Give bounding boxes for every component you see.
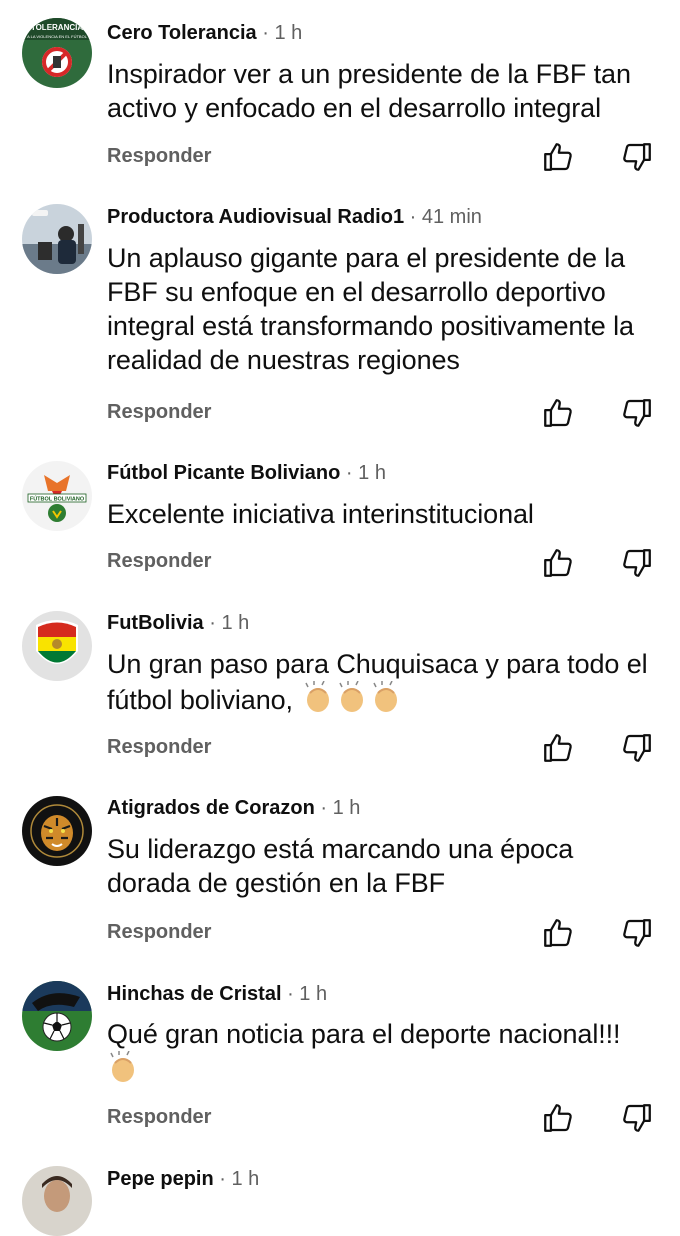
comment-meta: Cero Tolerancia · 1 h xyxy=(107,19,302,47)
thumbs-down-icon xyxy=(623,734,651,762)
dislike-button[interactable] xyxy=(620,546,654,580)
thumbs-up-icon xyxy=(544,1104,572,1132)
timestamp: · 41 min xyxy=(409,206,482,228)
author-name[interactable]: Cero Tolerancia xyxy=(107,22,257,44)
like-button[interactable] xyxy=(541,731,575,765)
avatar[interactable] xyxy=(22,611,92,681)
studio-photo-icon xyxy=(22,204,92,274)
reply-button[interactable]: Responder xyxy=(107,736,211,759)
comment-meta: FutBolivia · 1 h xyxy=(107,609,249,637)
comment-meta: Productora Audiovisual Radio1 · 41 min xyxy=(107,203,482,231)
reply-button[interactable]: Responder xyxy=(107,401,211,424)
chili-logo-icon: FÚTBOL BOLIVIANO xyxy=(22,461,92,531)
comment-text: Qué gran noticia para el deporte naciona… xyxy=(107,1017,655,1093)
thumbs-up-icon xyxy=(544,549,572,577)
reply-button[interactable]: Responder xyxy=(107,1106,211,1129)
dislike-button[interactable] xyxy=(620,396,654,430)
avatar[interactable] xyxy=(22,204,92,274)
timestamp: · 1 h xyxy=(320,797,361,819)
clapping-hands-icon xyxy=(302,680,404,723)
author-name[interactable]: Pepe pepin xyxy=(107,1168,214,1190)
avatar[interactable]: TOLERANCIA A LA VIOLENCIA EN EL FÚTBOL xyxy=(22,18,92,88)
dislike-button[interactable] xyxy=(620,1101,654,1135)
clapping-hands-icon xyxy=(107,1050,141,1093)
comment-text: Su liderazgo está marcando una época dor… xyxy=(107,834,574,898)
reply-button[interactable]: Responder xyxy=(107,550,211,573)
tiger-logo-icon xyxy=(22,796,92,866)
bolivia-flag-shield-icon xyxy=(22,611,92,681)
comment-text: Inspirador ver a un presidente de la FBF… xyxy=(107,59,631,123)
timestamp: · 1 h xyxy=(262,22,303,44)
thumbs-down-icon xyxy=(623,143,651,171)
like-button[interactable] xyxy=(541,396,575,430)
like-button[interactable] xyxy=(541,916,575,950)
soccer-ball-icon xyxy=(22,981,92,1051)
comment-text: Un gran paso para Chuquisaca y para todo… xyxy=(107,647,655,723)
timestamp: · 1 h xyxy=(209,612,250,634)
no-violence-logo-icon: TOLERANCIA A LA VIOLENCIA EN EL FÚTBOL xyxy=(22,18,92,88)
comment-meta: Hinchas de Cristal · 1 h xyxy=(107,980,327,1008)
avatar[interactable] xyxy=(22,981,92,1051)
timestamp: · 1 h xyxy=(287,983,328,1005)
svg-text:FÚTBOL BOLIVIANO: FÚTBOL BOLIVIANO xyxy=(30,496,85,503)
author-name[interactable]: Productora Audiovisual Radio1 xyxy=(107,206,404,228)
thumbs-up-icon xyxy=(544,399,572,427)
author-name[interactable]: Fútbol Picante Boliviano xyxy=(107,462,340,484)
dislike-button[interactable] xyxy=(620,731,654,765)
like-button[interactable] xyxy=(541,546,575,580)
thumbs-down-icon xyxy=(623,549,651,577)
comment-text: Excelente iniciativa interinstitucional xyxy=(107,499,534,529)
dislike-button[interactable] xyxy=(620,916,654,950)
person-photo-icon xyxy=(22,1166,92,1236)
timestamp: · 1 h xyxy=(345,462,386,484)
timestamp: · 1 h xyxy=(219,1168,260,1190)
svg-text:A LA VIOLENCIA EN EL FÚTBOL: A LA VIOLENCIA EN EL FÚTBOL xyxy=(27,34,88,39)
avatar[interactable] xyxy=(22,796,92,866)
dislike-button[interactable] xyxy=(620,140,654,174)
avatar[interactable]: FÚTBOL BOLIVIANO xyxy=(22,461,92,531)
author-name[interactable]: Hinchas de Cristal xyxy=(107,983,282,1005)
comment-text: Un aplauso gigante para el presidente de… xyxy=(107,243,634,375)
like-button[interactable] xyxy=(541,140,575,174)
svg-text:TOLERANCIA: TOLERANCIA xyxy=(31,23,84,32)
reply-button[interactable]: Responder xyxy=(107,145,211,168)
thumbs-up-icon xyxy=(544,919,572,947)
avatar[interactable] xyxy=(22,1166,92,1236)
thumbs-down-icon xyxy=(623,919,651,947)
thumbs-up-icon xyxy=(544,734,572,762)
author-name[interactable]: FutBolivia xyxy=(107,612,204,634)
thumbs-down-icon xyxy=(623,1104,651,1132)
reply-button[interactable]: Responder xyxy=(107,921,211,944)
thumbs-up-icon xyxy=(544,143,572,171)
comment-meta: Fútbol Picante Boliviano · 1 h xyxy=(107,459,386,487)
thumbs-down-icon xyxy=(623,399,651,427)
comment-meta: Atigrados de Corazon · 1 h xyxy=(107,794,360,822)
like-button[interactable] xyxy=(541,1101,575,1135)
comment-meta: Pepe pepin · 1 h xyxy=(107,1165,259,1193)
comment-text-body: Qué gran noticia para el deporte naciona… xyxy=(107,1019,621,1049)
author-name[interactable]: Atigrados de Corazon xyxy=(107,797,315,819)
